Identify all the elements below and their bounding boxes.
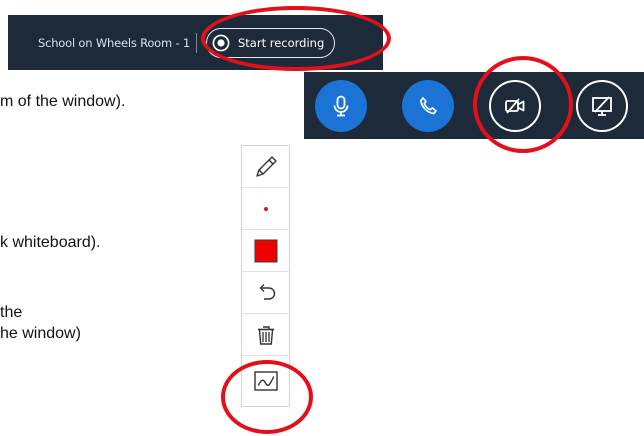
highlight-circle (201, 6, 391, 71)
room-name: School on Wheels Room - 1 (38, 35, 190, 50)
undo-icon (259, 283, 275, 300)
phone-icon (420, 97, 437, 115)
color-picker-button[interactable] (242, 230, 289, 272)
color-swatch-icon (254, 239, 277, 262)
document-text-line: the (0, 304, 23, 321)
screen-share-button[interactable] (576, 80, 628, 132)
undo-button[interactable] (242, 272, 289, 314)
clear-all-button[interactable] (242, 314, 289, 356)
pencil-tool-button[interactable] (242, 146, 289, 188)
brush-size-dot-icon (263, 206, 268, 211)
highlight-circle (221, 360, 313, 434)
highlight-circle (473, 56, 573, 153)
document-text-line: m of the window). (0, 93, 126, 110)
screen-share-off-icon (592, 96, 612, 116)
pencil-icon (255, 155, 277, 177)
brush-size-button[interactable] (242, 188, 289, 230)
divider (196, 32, 197, 53)
document-text-line: he window) (0, 325, 81, 342)
microphone-icon (333, 95, 349, 117)
phone-button[interactable] (402, 80, 454, 132)
trash-icon (257, 325, 274, 345)
document-text-line: k whiteboard). (0, 234, 101, 251)
microphone-button[interactable] (315, 80, 367, 132)
